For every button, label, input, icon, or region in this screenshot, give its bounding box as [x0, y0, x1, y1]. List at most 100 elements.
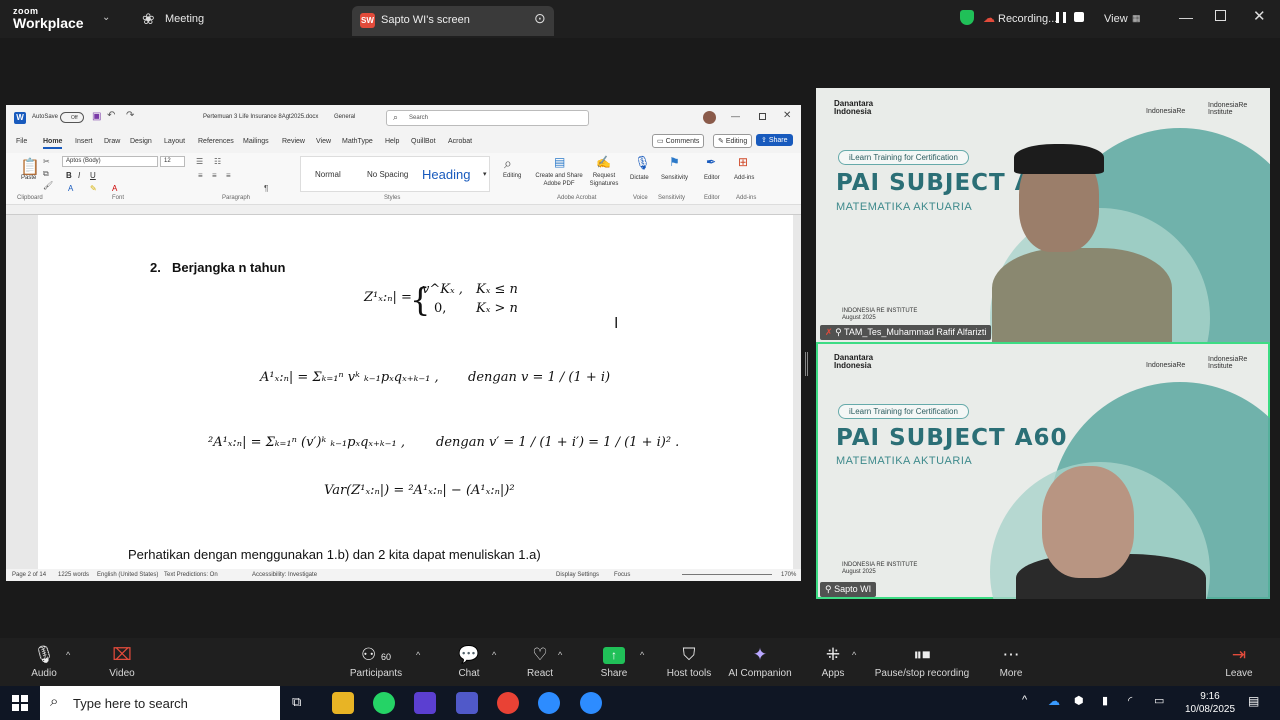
align-left-icon[interactable]: ≡	[198, 171, 203, 180]
video-button[interactable]: ⌧ Video	[100, 638, 144, 686]
meeting-label[interactable]: Meeting	[165, 13, 204, 25]
audio-options-chevron-icon[interactable]: ^	[66, 650, 70, 660]
onedrive-icon[interactable]: ☁	[1048, 694, 1060, 708]
menu-draw[interactable]: Draw	[104, 138, 120, 145]
tray-app-icon[interactable]: ⬢	[1074, 694, 1084, 707]
save-icon[interactable]: ▣	[92, 111, 101, 122]
participants-button[interactable]: ⚇ 60 Participants	[344, 638, 408, 686]
teams-icon[interactable]	[456, 692, 478, 714]
copy-icon[interactable]: ⧉	[43, 169, 49, 179]
video-tile-active-speaker[interactable]: Danantara Indonesia IndonesiaRe Indonesi…	[816, 342, 1270, 599]
whatsapp-icon[interactable]	[373, 692, 395, 714]
menu-file[interactable]: File	[16, 138, 27, 145]
menu-view[interactable]: View	[316, 138, 331, 145]
restore-icon[interactable]	[1215, 10, 1226, 21]
pause-recording-icon[interactable]	[1056, 12, 1066, 23]
usb-icon[interactable]: ▮	[1102, 694, 1108, 707]
text-effects-icon[interactable]: A	[68, 184, 73, 193]
add-ins-button[interactable]: Add-ins	[734, 175, 754, 181]
task-view-icon[interactable]: ⧉	[292, 694, 301, 710]
editor-pen-icon[interactable]: ✒	[706, 155, 716, 169]
sensitivity-button[interactable]: Sensitivity	[661, 175, 688, 181]
status-words[interactable]: 1225 words	[58, 572, 89, 578]
file-explorer-icon[interactable]	[332, 692, 354, 714]
notification-icon[interactable]: ▤	[1248, 694, 1259, 708]
word-search-box[interactable]: ⌕ Search	[386, 110, 589, 126]
more-button[interactable]: ⋯ More	[996, 638, 1026, 686]
wifi-icon[interactable]: ◜	[1128, 694, 1132, 707]
styles-more-icon[interactable]: ▾	[483, 170, 487, 178]
menu-design[interactable]: Design	[130, 138, 152, 145]
document-page[interactable]: 2. Berjangka n tahun Z¹ₓ:ₙ| = { v^Kₓ , K…	[38, 215, 793, 569]
editor-button[interactable]: Editor	[704, 175, 720, 181]
add-ins-grid-icon[interactable]: ⊞	[738, 155, 748, 169]
create-share-pdf-button[interactable]: Create and Share Adobe PDF	[530, 173, 588, 189]
italic-icon[interactable]: I	[78, 171, 80, 180]
status-accessibility[interactable]: Accessibility: Investigate	[252, 572, 317, 578]
paragraph-mark-icon[interactable]: ¶	[264, 184, 268, 193]
align-right-icon[interactable]: ≡	[226, 171, 231, 180]
menu-review[interactable]: Review	[282, 138, 305, 145]
align-center-icon[interactable]: ≡	[212, 171, 217, 180]
leave-button[interactable]: ⇥ Leave	[1222, 638, 1256, 686]
word-minimize-icon[interactable]: —	[731, 111, 740, 121]
chat-chevron-icon[interactable]: ^	[492, 650, 496, 660]
editing-mode-button[interactable]: ✎ Editing	[713, 134, 753, 148]
editing-group-button[interactable]: Editing	[503, 173, 521, 179]
zoom-level[interactable]: 170%	[781, 572, 796, 578]
numbering-icon[interactable]: ☷	[214, 157, 221, 166]
menu-quillbot[interactable]: QuillBot	[411, 138, 436, 145]
menu-acrobat[interactable]: Acrobat	[448, 138, 472, 145]
cut-icon[interactable]: ✂	[43, 157, 50, 166]
style-normal[interactable]: Normal	[315, 170, 341, 179]
zoom-app-icon[interactable]	[538, 692, 560, 714]
menu-mathtype[interactable]: MathType	[342, 138, 373, 145]
dictate-button[interactable]: Dictate	[630, 175, 649, 181]
chrome-icon[interactable]	[497, 692, 519, 714]
word-restore-icon[interactable]	[759, 113, 766, 120]
zoom-slider[interactable]	[682, 574, 772, 575]
sensitivity-icon[interactable]: ⚑	[669, 155, 680, 169]
redo-icon[interactable]: ↷	[126, 110, 134, 121]
react-chevron-icon[interactable]: ^	[558, 650, 562, 660]
font-size-select[interactable]: 12	[160, 156, 185, 167]
more-options-icon[interactable]: ⊙	[534, 10, 546, 27]
menu-insert[interactable]: Insert	[75, 138, 93, 145]
panel-resize-handle[interactable]	[805, 352, 808, 376]
windows-start-icon[interactable]	[12, 695, 28, 711]
participants-chevron-icon[interactable]: ^	[416, 650, 420, 660]
tray-chevron-icon[interactable]: ^	[1022, 694, 1027, 706]
status-focus[interactable]: Focus	[614, 572, 630, 578]
request-signatures-button[interactable]: Request Signatures	[586, 173, 622, 189]
bullets-icon[interactable]: ☰	[196, 157, 203, 166]
pause-stop-recording-button[interactable]: ⏸⏹ Pause/stop recording	[870, 638, 974, 686]
view-menu[interactable]: View	[1104, 13, 1128, 25]
menu-mailings[interactable]: Mailings	[243, 138, 269, 145]
zoom-meeting-icon[interactable]	[580, 692, 602, 714]
word-close-icon[interactable]: ✕	[783, 110, 791, 121]
chat-button[interactable]: 💬 Chat	[452, 638, 486, 686]
ai-companion-button[interactable]: ✦ AI Companion	[726, 638, 794, 686]
horizontal-ruler[interactable]	[6, 205, 801, 215]
status-language[interactable]: English (United States)	[97, 572, 158, 578]
font-color-icon[interactable]: A	[112, 184, 117, 193]
find-search-icon[interactable]: ⌕	[504, 155, 512, 172]
security-shield-icon[interactable]	[960, 10, 974, 25]
dictate-microphone-icon[interactable]: 🎙	[634, 155, 651, 171]
paste-label[interactable]: Paste	[21, 175, 36, 181]
autosave-toggle[interactable]: Off	[60, 112, 84, 123]
menu-layout[interactable]: Layout	[164, 138, 185, 145]
shared-word-window[interactable]: W AutoSave Off ▣ ↶ ↷ Pertemuan 3 Life In…	[6, 105, 801, 581]
chevron-down-icon[interactable]: ⌄	[102, 12, 110, 23]
menu-home[interactable]: Home	[43, 138, 63, 149]
apps-button[interactable]: ⁜ Apps	[818, 638, 848, 686]
host-tools-button[interactable]: ⛉ Host tools	[664, 638, 714, 686]
style-heading[interactable]: Heading	[422, 167, 470, 182]
taskbar-clock[interactable]: 9:16 10/08/2025	[1179, 690, 1241, 716]
stop-recording-icon[interactable]	[1074, 12, 1084, 22]
style-no-spacing[interactable]: No Spacing	[367, 170, 408, 179]
adobe-pdf-icon[interactable]: ▤	[554, 155, 565, 169]
menu-references[interactable]: References	[198, 138, 234, 145]
format-painter-icon[interactable]: 🖌	[43, 181, 53, 190]
font-name-select[interactable]: Aptos (Body)	[62, 156, 158, 167]
